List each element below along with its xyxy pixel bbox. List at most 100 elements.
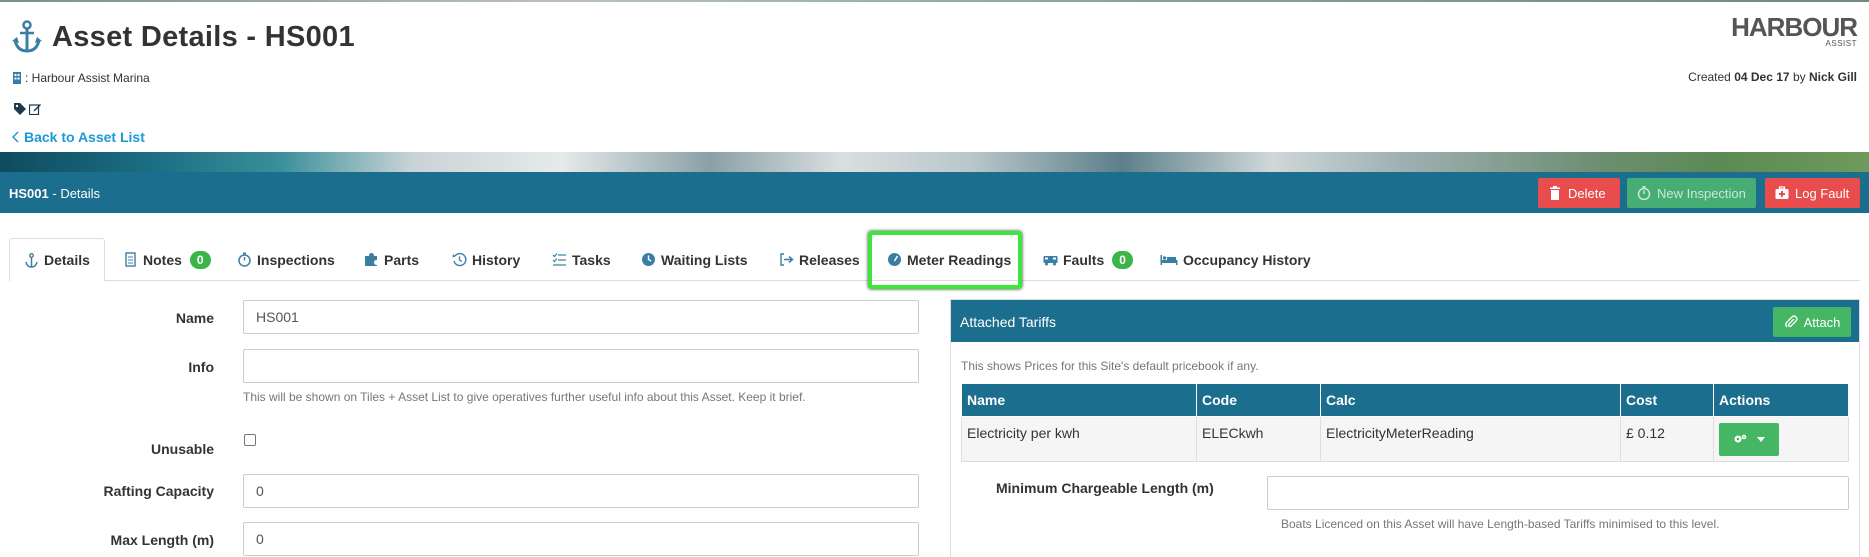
meter-icon xyxy=(888,253,901,266)
new-inspection-label: New Inspection xyxy=(1657,185,1746,201)
ambulance-icon xyxy=(1043,256,1058,266)
max-length-label: Max Length (m) xyxy=(110,532,214,548)
tab-tasks[interactable]: Tasks xyxy=(552,238,611,281)
notes-count-badge: 0 xyxy=(189,250,211,269)
tariffs-panel-header: Attached Tariffs Attach xyxy=(951,300,1859,342)
document-icon xyxy=(125,252,136,267)
created-prefix: Created xyxy=(1688,70,1731,84)
tariff-actions-dropdown-button[interactable] xyxy=(1719,422,1779,456)
col-actions: Actions xyxy=(1713,384,1849,417)
tariff-actions-cell xyxy=(1713,415,1849,462)
created-by: Nick Gill xyxy=(1808,70,1857,84)
tariffs-table: Name Code Calc Cost Actions Electricity … xyxy=(961,384,1849,462)
tag-icon[interactable] xyxy=(14,103,26,115)
tab-occupancy-history[interactable]: Occupancy History xyxy=(1160,238,1311,281)
tab-history[interactable]: History xyxy=(452,238,520,281)
tariffs-note: This shows Prices for this Site's defaul… xyxy=(961,359,1259,373)
marina-banner-image xyxy=(0,152,1869,172)
delete-button[interactable]: Delete xyxy=(1538,178,1620,208)
tab-faults-label: Faults xyxy=(1063,251,1105,268)
bar-section: - Details xyxy=(52,186,101,201)
col-cost: Cost xyxy=(1620,384,1714,417)
bar-title: HS001 - Details xyxy=(9,186,100,201)
tab-meter-readings[interactable]: Meter Readings xyxy=(887,238,1011,281)
stopwatch-icon xyxy=(1637,186,1651,200)
col-code: Code xyxy=(1196,384,1321,417)
asset-tabs: Details Notes 0 Inspections Parts Histor… xyxy=(9,238,1860,282)
attach-label: Attach xyxy=(1803,314,1841,330)
created-by-prefix: by xyxy=(1792,70,1806,84)
created-date: 04 Dec 17 xyxy=(1734,70,1790,84)
tab-meter-readings-label: Meter Readings xyxy=(907,251,1012,268)
tab-notes[interactable]: Notes 0 xyxy=(123,238,211,281)
unusable-checkbox[interactable] xyxy=(244,434,256,446)
tab-occupancy-history-label: Occupancy History xyxy=(1183,251,1311,268)
log-fault-button[interactable]: Log Fault xyxy=(1765,178,1860,208)
tab-waiting-lists-label: Waiting Lists xyxy=(661,251,748,268)
history-icon xyxy=(452,252,467,267)
info-help-text: This will be shown on Tiles + Asset List… xyxy=(243,390,806,404)
tariffs-panel-title: Attached Tariffs xyxy=(960,314,1056,330)
bar-asset-code: HS001 xyxy=(9,186,49,201)
tariff-code-cell: ELECkwh xyxy=(1196,415,1321,462)
tab-releases[interactable]: Releases xyxy=(779,238,860,281)
paperclip-icon xyxy=(1784,315,1798,328)
attached-tariffs-panel: Attached Tariffs Attach This shows Price… xyxy=(950,299,1860,557)
page-title: Asset Details - HS001 xyxy=(52,20,355,53)
tab-history-label: History xyxy=(472,251,521,268)
tab-parts[interactable]: Parts xyxy=(364,238,419,281)
table-row: Electricity per kwh ELECkwh ElectricityM… xyxy=(961,415,1849,462)
name-label: Name xyxy=(175,310,214,326)
new-inspection-button[interactable]: New Inspection xyxy=(1627,178,1756,208)
delete-label: Delete xyxy=(1568,185,1606,201)
back-link-label: Back to Asset List xyxy=(24,129,145,145)
log-fault-label: Log Fault xyxy=(1795,185,1850,201)
chevron-left-icon xyxy=(12,131,19,143)
tariff-cost-cell: £ 0.12 xyxy=(1620,415,1714,462)
tab-inspections-label: Inspections xyxy=(257,251,335,268)
tab-parts-label: Parts xyxy=(384,251,420,268)
page-header: Asset Details - HS001 : Harbour Assist M… xyxy=(0,2,1869,152)
site-name: : Harbour Assist Marina xyxy=(25,71,150,85)
tab-notes-label: Notes xyxy=(143,251,182,268)
anchor-icon xyxy=(25,252,38,268)
min-chargeable-length-input[interactable] xyxy=(1267,476,1849,510)
trash-icon xyxy=(1550,186,1560,200)
min-chargeable-length-label: Minimum Chargeable Length (m) xyxy=(996,480,1214,496)
created-info: Created 04 Dec 17 by Nick Gill xyxy=(1688,70,1857,84)
tariffs-header-row: Name Code Calc Cost Actions xyxy=(961,384,1849,417)
cogs-icon xyxy=(1734,434,1747,443)
info-label: Info xyxy=(188,359,214,375)
harbour-assist-logo: HARBOUR ASSIST xyxy=(1731,12,1858,48)
info-input[interactable] xyxy=(243,349,919,383)
tab-faults[interactable]: Faults 0 xyxy=(1043,238,1133,281)
tab-details[interactable]: Details xyxy=(9,238,105,282)
rafting-capacity-label: Rafting Capacity xyxy=(103,483,214,499)
attach-button[interactable]: Attach xyxy=(1773,307,1851,337)
name-input[interactable]: HS001 xyxy=(243,300,919,334)
tag-row xyxy=(14,103,41,115)
tab-details-label: Details xyxy=(44,252,90,268)
tab-tasks-label: Tasks xyxy=(572,251,611,268)
tariff-calc-cell: ElectricityMeterReading xyxy=(1320,415,1621,462)
anchor-icon xyxy=(12,20,42,53)
col-calc: Calc xyxy=(1320,384,1621,417)
tab-waiting-lists[interactable]: Waiting Lists xyxy=(641,238,748,281)
building-icon xyxy=(13,72,21,84)
bed-icon xyxy=(1160,255,1178,265)
rafting-capacity-input[interactable]: 0 xyxy=(243,474,919,508)
tariff-name-cell: Electricity per kwh xyxy=(961,415,1197,462)
tab-releases-label: Releases xyxy=(799,251,860,268)
max-length-input[interactable]: 0 xyxy=(243,522,919,556)
edit-icon[interactable] xyxy=(29,103,41,115)
caret-down-icon xyxy=(1757,436,1765,442)
asset-action-bar: HS001 - Details Delete New Inspection Lo… xyxy=(0,172,1869,213)
col-name: Name xyxy=(961,384,1197,417)
clock-icon xyxy=(642,253,655,266)
back-to-asset-list-link[interactable]: Back to Asset List xyxy=(12,129,145,145)
min-chargeable-length-help: Boats Licenced on this Asset will have L… xyxy=(1281,517,1720,531)
tab-inspections[interactable]: Inspections xyxy=(237,238,335,281)
site-row: : Harbour Assist Marina xyxy=(12,71,150,85)
logo-main-text: HARBOUR xyxy=(1731,12,1858,42)
faults-count-badge: 0 xyxy=(1112,250,1133,269)
